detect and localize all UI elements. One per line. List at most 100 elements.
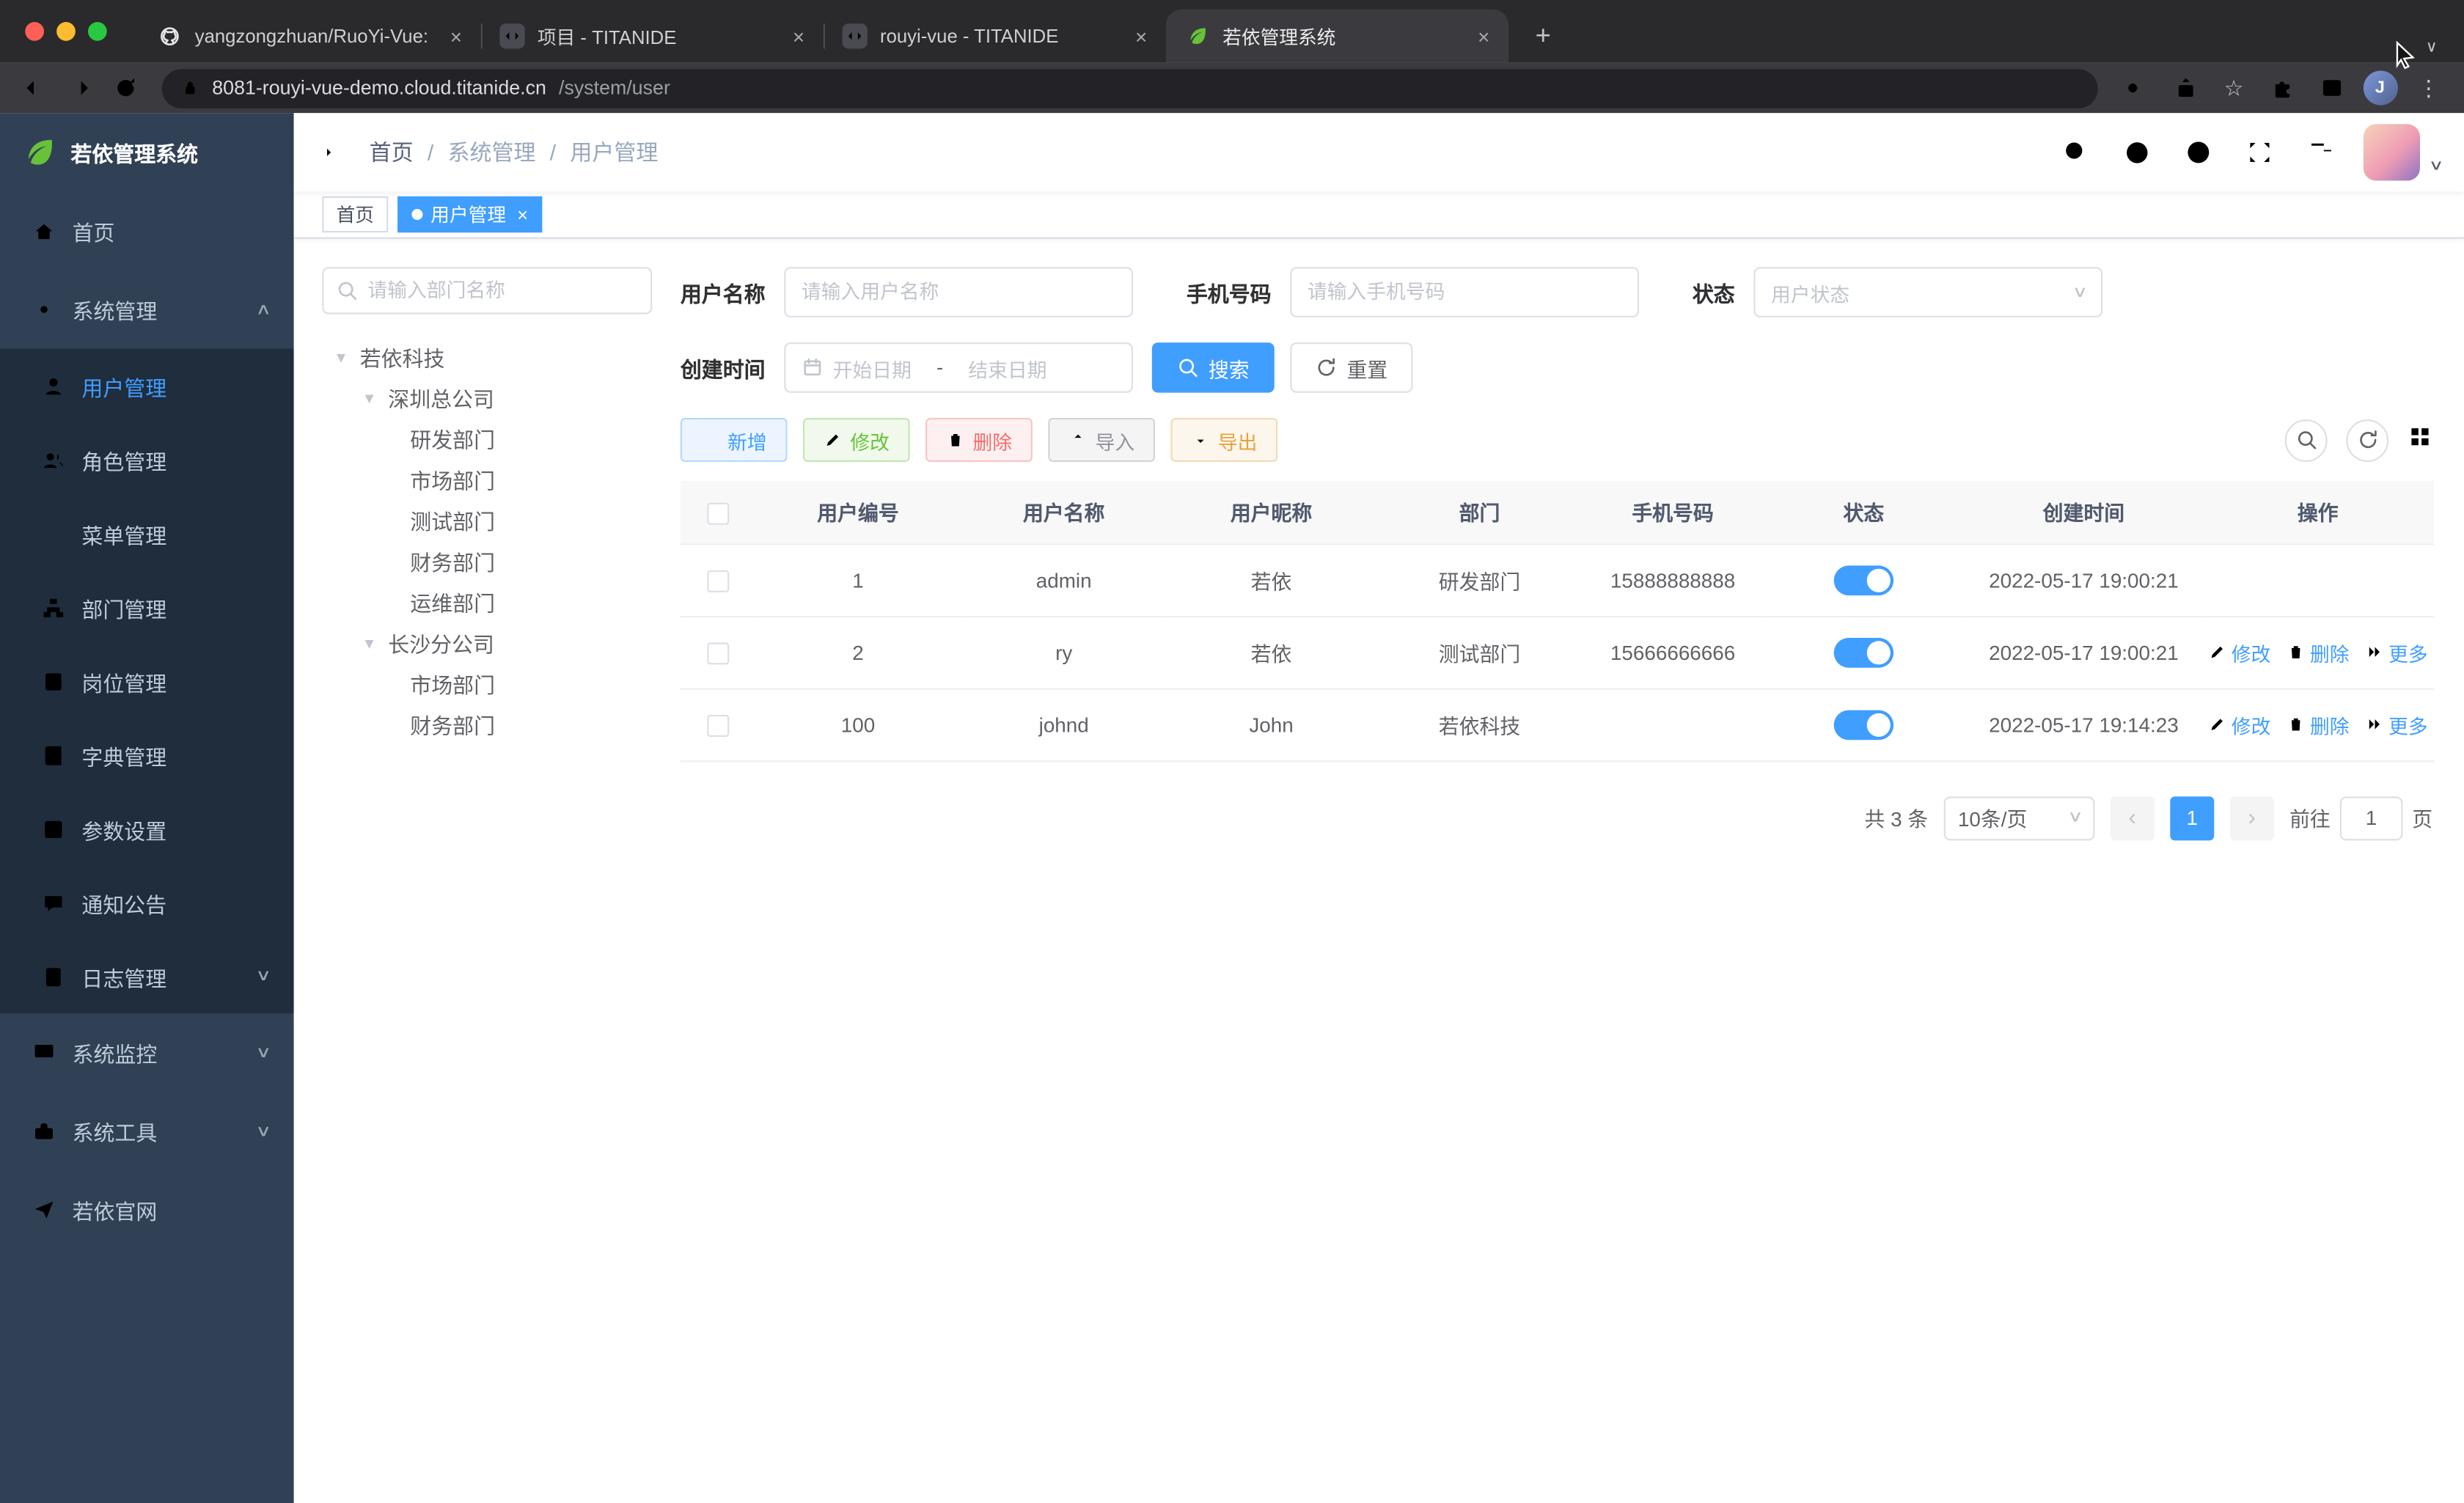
password-key-icon[interactable]: [2113, 67, 2159, 109]
export-button[interactable]: 导出: [1170, 418, 1278, 462]
phone-input[interactable]: [1307, 281, 1622, 304]
tab-close-icon[interactable]: ×: [790, 24, 808, 48]
tab-close-icon[interactable]: ×: [447, 24, 465, 48]
dept-search-input[interactable]: [367, 279, 638, 302]
row-delete-link[interactable]: 删除: [2287, 637, 2350, 667]
edit-button[interactable]: 修改: [803, 418, 910, 462]
import-button[interactable]: 导入: [1048, 418, 1156, 462]
browser-tab-ruoyi-admin-active[interactable]: 若依管理系统 ×: [1166, 9, 1509, 63]
row-more-link[interactable]: 更多: [2365, 709, 2428, 739]
tree-node[interactable]: 市场部门: [322, 663, 652, 704]
github-icon[interactable]: [2119, 133, 2156, 171]
table-row[interactable]: 1 admin 若依 研发部门 15888888888 2022-05-17 1…: [680, 543, 2435, 617]
header-search-icon[interactable]: [2058, 133, 2095, 171]
browser-profile-avatar[interactable]: J: [2357, 67, 2402, 109]
sidebar-item-post-management[interactable]: 岗位管理: [0, 644, 294, 719]
sidebar-item-notice[interactable]: 通知公告: [0, 866, 294, 940]
tag-home[interactable]: 首页: [322, 196, 389, 233]
status-toggle[interactable]: [1833, 636, 1894, 667]
tab-close-icon[interactable]: ×: [1475, 24, 1493, 48]
reset-button[interactable]: 重置: [1290, 342, 1413, 393]
row-delete-link[interactable]: 删除: [2287, 709, 2350, 739]
tree-node[interactable]: 财务部门: [322, 704, 652, 745]
row-checkbox[interactable]: [707, 570, 730, 592]
browser-menu-icon[interactable]: ⋮: [2406, 67, 2452, 109]
caret-down-icon[interactable]: ▾: [360, 633, 379, 653]
sidebar-item-system-management[interactable]: 系统管理 ∧: [0, 271, 294, 349]
close-window-button[interactable]: [25, 22, 44, 41]
minimize-window-button[interactable]: [56, 22, 76, 41]
username-input[interactable]: [801, 281, 1116, 304]
sidebar-item-log-management[interactable]: 日志管理 ∨: [0, 939, 294, 1013]
toggle-search-button[interactable]: [2284, 419, 2328, 461]
forward-button[interactable]: [58, 67, 100, 109]
tab-close-icon[interactable]: ×: [1132, 24, 1151, 48]
share-icon[interactable]: [2163, 67, 2208, 109]
sidebar-item-home[interactable]: 首页: [0, 191, 294, 270]
sidebar-item-param-settings[interactable]: 参数设置: [0, 792, 294, 866]
user-avatar[interactable]: [2364, 124, 2421, 181]
breadcrumb-home[interactable]: 首页: [370, 136, 414, 168]
tree-node[interactable]: ▾ 深圳总公司: [322, 377, 652, 418]
sidebar-item-menu-management[interactable]: 菜单管理: [0, 496, 294, 570]
tree-node[interactable]: ▾ 长沙分公司: [322, 622, 652, 664]
browser-tab-ruoyi-github[interactable]: yangzongzhuan/RuoYi-Vue: (R ×: [139, 10, 481, 63]
prev-page-button[interactable]: ‹: [2110, 795, 2155, 840]
column-settings-button[interactable]: [2408, 424, 2432, 457]
search-button[interactable]: 搜索: [1151, 342, 1275, 393]
caret-down-icon[interactable]: ▾: [331, 347, 351, 367]
refresh-table-button[interactable]: [2346, 419, 2389, 461]
row-edit-link[interactable]: 修改: [2208, 709, 2270, 739]
tree-node[interactable]: 研发部门: [322, 418, 652, 459]
sidebar-item-official-site[interactable]: 若依官网: [0, 1170, 294, 1249]
goto-page-input[interactable]: [2339, 795, 2403, 840]
tag-user-management-active[interactable]: 用户管理 ×: [397, 196, 543, 233]
status-toggle[interactable]: [1833, 565, 1894, 595]
status-toggle[interactable]: [1833, 709, 1894, 740]
sidebar-item-user-management[interactable]: 用户管理: [0, 349, 294, 423]
bookmark-star-icon[interactable]: ☆: [2211, 67, 2256, 109]
row-edit-link[interactable]: 修改: [2208, 637, 2270, 667]
address-bar[interactable]: 8081-rouyi-vue-demo.cloud.titanide.cn/sy…: [161, 68, 2098, 108]
extensions-puzzle-icon[interactable]: [2259, 67, 2305, 109]
tag-close-icon[interactable]: ×: [517, 204, 528, 226]
new-tab-button[interactable]: +: [1525, 21, 1562, 52]
date-range-picker[interactable]: 开始日期 - 结束日期: [784, 342, 1133, 393]
tree-node[interactable]: ▾ 若依科技: [322, 337, 652, 378]
tree-node[interactable]: 财务部门: [322, 540, 652, 581]
avatar-dropdown-caret-icon[interactable]: ∨: [2429, 157, 2444, 174]
browser-tab-project[interactable]: 项目 - TITANIDE ×: [480, 10, 824, 63]
table-row[interactable]: 2 ry 若依 测试部门 15666666666 2022-05-17 19:0…: [680, 616, 2435, 689]
sidebar-item-system-monitor[interactable]: 系统监控 ∨: [0, 1013, 294, 1092]
page-size-select[interactable]: 10条/页 ∨: [1943, 795, 2095, 840]
row-more-link[interactable]: 更多: [2365, 637, 2428, 667]
row-checkbox[interactable]: [707, 714, 730, 737]
side-panel-icon[interactable]: [2309, 67, 2354, 109]
delete-button[interactable]: 删除: [925, 418, 1033, 462]
reload-button[interactable]: [103, 67, 146, 109]
status-select[interactable]: 用户状态 ∨: [1753, 267, 2103, 317]
font-size-icon[interactable]: [2303, 133, 2340, 171]
zoom-window-button[interactable]: [88, 22, 107, 41]
page-1-button[interactable]: 1: [2170, 795, 2215, 840]
breadcrumb-system[interactable]: 系统管理: [447, 136, 535, 168]
sidebar-item-system-tools[interactable]: 系统工具 ∨: [0, 1092, 294, 1170]
tree-node[interactable]: 市场部门: [322, 459, 652, 500]
row-checkbox[interactable]: [707, 642, 730, 664]
sidebar-item-role-management[interactable]: 角色管理: [0, 422, 294, 496]
next-page-button[interactable]: ›: [2229, 795, 2274, 840]
tree-node[interactable]: 运维部门: [322, 581, 652, 622]
back-button[interactable]: [12, 67, 55, 109]
sidebar-item-dict-management[interactable]: 字典管理: [0, 718, 294, 792]
tree-node[interactable]: 测试部门: [322, 499, 652, 540]
help-icon[interactable]: [2180, 133, 2218, 171]
sidebar-toggle-icon[interactable]: [309, 125, 363, 179]
sidebar-item-dept-management[interactable]: 部门管理: [0, 570, 294, 644]
fullscreen-icon[interactable]: [2242, 133, 2279, 171]
tab-overflow-chevron-icon[interactable]: ∨: [2426, 40, 2438, 57]
select-all-checkbox[interactable]: [707, 501, 730, 524]
add-button[interactable]: 新增: [680, 418, 788, 462]
browser-tab-rouyi-vue[interactable]: rouyi-vue - TITANIDE ×: [823, 10, 1166, 63]
caret-down-icon[interactable]: ▾: [360, 387, 379, 408]
table-row[interactable]: 100 johnd John 若依科技 2022-05-17 19:14:23 …: [680, 688, 2435, 762]
